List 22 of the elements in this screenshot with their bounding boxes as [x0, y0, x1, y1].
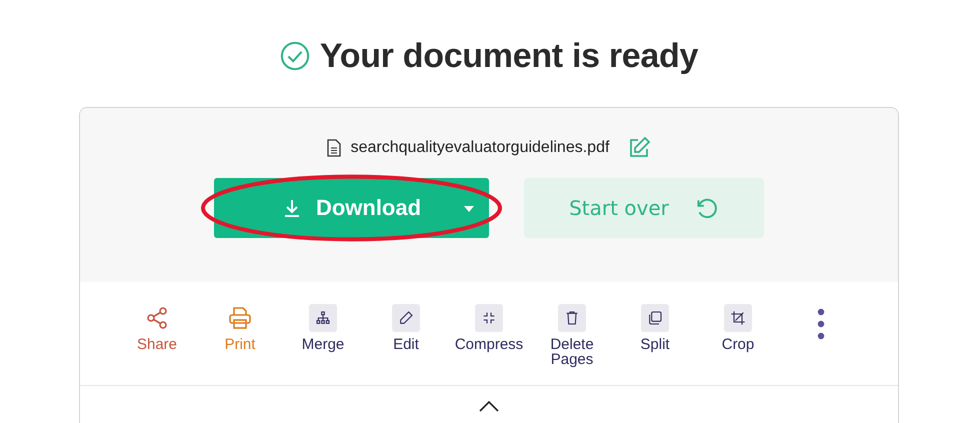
caret-down-icon[interactable]: [464, 206, 474, 212]
tool-button[interactable]: Share: [116, 304, 198, 352]
trash-icon: [564, 310, 580, 326]
tool-button[interactable]: Edit: [364, 304, 448, 352]
printer-icon: [228, 306, 252, 330]
hierarchy-icon: [315, 310, 331, 326]
document-icon: [326, 139, 341, 157]
crop-icon: [730, 310, 746, 326]
pencil-icon: [398, 310, 414, 326]
check-circle-icon: [280, 41, 310, 71]
vertical-dots-icon: [817, 308, 825, 340]
page-heading: Your document is ready: [320, 36, 698, 76]
tool-button[interactable]: Split: [614, 304, 696, 352]
tool-button[interactable]: Compress: [448, 304, 530, 352]
tool-button[interactable]: Merge: [282, 304, 364, 352]
tool-button[interactable]: Crop: [696, 304, 780, 352]
stacked-squares-icon: [647, 310, 663, 326]
chevron-up-icon[interactable]: [479, 400, 499, 412]
file-name: searchqualityevaluatorguidelines.pdf: [350, 139, 610, 157]
share-icon: [145, 306, 169, 330]
tool-button[interactable]: Delete Pages: [530, 304, 614, 367]
compress-arrows-icon: [481, 310, 497, 326]
